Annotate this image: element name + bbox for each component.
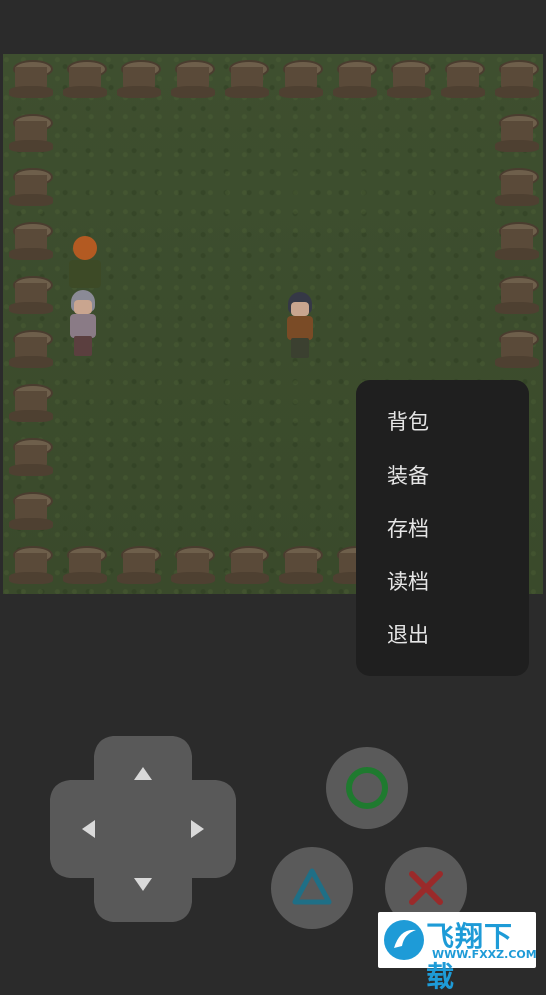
circle-button[interactable] xyxy=(326,747,408,829)
tree-stump xyxy=(7,542,55,590)
pumpkin-head xyxy=(73,236,97,260)
site-logo-icon xyxy=(384,920,424,960)
triangle-up-icon xyxy=(134,767,152,780)
tree-stump xyxy=(493,218,541,266)
tree-stump xyxy=(277,542,325,590)
tree-stump xyxy=(493,110,541,158)
tree-stump xyxy=(331,56,379,104)
tree-stump xyxy=(7,434,55,482)
tree-stump xyxy=(277,56,325,104)
tree-stump xyxy=(7,218,55,266)
menu-item-load[interactable]: 读档 xyxy=(387,567,429,597)
tree-stump xyxy=(169,542,217,590)
menu-item-exit[interactable]: 退出 xyxy=(387,620,429,650)
tree-stump xyxy=(115,542,163,590)
status-bar xyxy=(0,0,546,54)
tree-stump xyxy=(439,56,487,104)
npc-scarecrow[interactable] xyxy=(67,236,103,292)
tree-stump xyxy=(493,326,541,374)
dpad-left-button[interactable] xyxy=(74,814,104,844)
triangle-right-icon xyxy=(191,820,204,838)
dpad[interactable] xyxy=(50,736,236,922)
triangle-down-icon xyxy=(134,878,152,891)
tree-stump xyxy=(493,272,541,320)
scarecrow-body xyxy=(69,260,101,288)
site-watermark: 飞翔下载 WWW.FXXZ.COM xyxy=(378,912,537,993)
tree-stump xyxy=(493,56,541,104)
npc-character[interactable] xyxy=(65,290,101,362)
tree-stump xyxy=(61,542,109,590)
tree-stump xyxy=(493,164,541,212)
triangle-button[interactable] xyxy=(271,847,353,929)
tree-stump xyxy=(385,56,433,104)
game-menu: 背包 装备 存档 读档 退出 xyxy=(356,380,529,676)
dpad-up-button[interactable] xyxy=(128,760,158,790)
tree-stump xyxy=(169,56,217,104)
triangle-left-icon xyxy=(82,820,95,838)
dpad-down-button[interactable] xyxy=(128,868,158,898)
triangle-icon xyxy=(292,868,332,905)
tree-stump xyxy=(115,56,163,104)
circle-icon xyxy=(346,767,388,809)
menu-item-save[interactable]: 存档 xyxy=(387,514,429,544)
tree-stump xyxy=(7,380,55,428)
player-character[interactable] xyxy=(282,292,318,364)
menu-item-bag[interactable]: 背包 xyxy=(387,407,429,437)
watermark-url: WWW.FXXZ.COM xyxy=(432,948,537,961)
tree-stump xyxy=(7,488,55,536)
tree-stump xyxy=(7,326,55,374)
dpad-right-button[interactable] xyxy=(182,814,212,844)
tree-stump xyxy=(7,272,55,320)
menu-item-equipment[interactable]: 装备 xyxy=(387,461,429,491)
tree-stump xyxy=(223,56,271,104)
tree-stump xyxy=(223,542,271,590)
tree-stump xyxy=(7,110,55,158)
tree-stump xyxy=(7,56,55,104)
tree-stump xyxy=(61,56,109,104)
tree-stump xyxy=(7,164,55,212)
